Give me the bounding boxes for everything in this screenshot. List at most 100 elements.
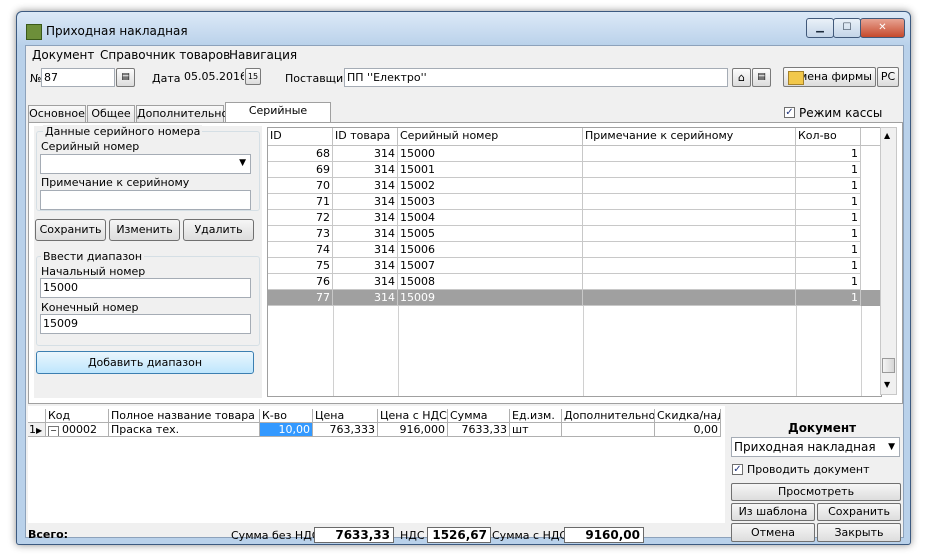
post-document-checkbox[interactable]: ✓ — [732, 464, 743, 475]
serial-cell-note[interactable] — [583, 194, 796, 210]
menu-navigation[interactable]: Навигация — [229, 48, 297, 62]
collapse-icon[interactable]: − — [48, 426, 59, 436]
goods-col-unit[interactable]: Ед.изм. — [510, 409, 562, 423]
start-number-field[interactable]: 15000 — [40, 278, 251, 298]
add-range-button[interactable]: Добавить диапазон — [36, 351, 254, 374]
edit-serial-button[interactable]: Изменить — [109, 219, 180, 241]
close-document-button[interactable]: Закрыть — [817, 523, 901, 542]
from-template-button[interactable]: Из шаблона — [731, 503, 815, 521]
serial-cell-item-id[interactable]: 314 — [333, 258, 398, 274]
serial-cell-id[interactable]: 77 — [268, 290, 333, 306]
serial-cell-note[interactable] — [583, 274, 796, 290]
serial-cell-item-id[interactable]: 314 — [333, 194, 398, 210]
goods-col-code[interactable]: Код — [46, 409, 109, 423]
goods-col-discount[interactable]: Скидка/над — [655, 409, 721, 423]
end-number-field[interactable]: 15009 — [40, 314, 251, 334]
menu-catalog[interactable]: Справочник товаров — [100, 48, 230, 62]
tab-general[interactable]: Общее — [87, 105, 135, 122]
goods-col-sum[interactable]: Сумма — [448, 409, 510, 423]
supplier-picker-icon[interactable]: ▤ — [752, 68, 771, 87]
serial-cell-qty[interactable]: 1 — [796, 290, 861, 306]
serial-cell-id[interactable]: 73 — [268, 226, 333, 242]
serial-cell-qty[interactable]: 1 — [796, 194, 861, 210]
serial-cell-id[interactable]: 69 — [268, 162, 333, 178]
serial-cell-serial[interactable]: 15007 — [398, 258, 583, 274]
col-item-id[interactable]: ID товара — [333, 128, 398, 145]
serial-cell-serial[interactable]: 15009 — [398, 290, 583, 306]
table-row[interactable]: 76 314 15008 1 — [268, 274, 881, 290]
goods-cell-name[interactable]: Праска тех. — [109, 423, 260, 437]
minimize-button[interactable]: ▁ — [806, 18, 834, 38]
tab-additional[interactable]: Дополнительно — [136, 105, 228, 122]
save-serial-button[interactable]: Сохранить — [35, 219, 106, 241]
serial-note-field[interactable] — [40, 190, 251, 210]
document-type-select[interactable]: Приходная накладная ▼ — [731, 437, 900, 457]
title-bar[interactable]: Приходная накладная ▁ ☐ ✕ — [17, 12, 910, 46]
supplier-field[interactable]: ПП ''Електро'' — [344, 68, 728, 87]
serial-cell-item-id[interactable]: 314 — [333, 146, 398, 162]
date-field[interactable]: 05.05.2016 — [182, 68, 244, 87]
serial-cell-id[interactable]: 68 — [268, 146, 333, 162]
tab-serial-numbers[interactable]: Серийные номера — [225, 102, 331, 133]
serial-cell-serial[interactable]: 15004 — [398, 210, 583, 226]
serial-cell-item-id[interactable]: 314 — [333, 210, 398, 226]
serial-cell-note[interactable] — [583, 162, 796, 178]
serial-cell-qty[interactable]: 1 — [796, 258, 861, 274]
table-row[interactable]: 69 314 15001 1 — [268, 162, 881, 178]
goods-col-name[interactable]: Полное название товара — [109, 409, 260, 423]
menu-document[interactable]: Документ — [32, 48, 94, 62]
serial-cell-serial[interactable]: 15006 — [398, 242, 583, 258]
serial-cell-id[interactable]: 72 — [268, 210, 333, 226]
cancel-button[interactable]: Отмена — [731, 523, 815, 542]
serial-cell-id[interactable]: 71 — [268, 194, 333, 210]
serial-cell-item-id[interactable]: 314 — [333, 178, 398, 194]
serial-cell-qty[interactable]: 1 — [796, 226, 861, 242]
table-row[interactable]: 68 314 15000 1 — [268, 146, 881, 162]
table-row[interactable]: 71 314 15003 1 — [268, 194, 881, 210]
serial-cell-item-id[interactable]: 314 — [333, 274, 398, 290]
serial-cell-qty[interactable]: 1 — [796, 162, 861, 178]
goods-cell-qty[interactable]: 10,00 — [260, 423, 313, 437]
serial-cell-item-id[interactable]: 314 — [333, 162, 398, 178]
goods-cell-code[interactable]: −00002 — [46, 423, 109, 437]
serial-cell-note[interactable] — [583, 290, 796, 306]
table-row[interactable]: 72 314 15004 1 — [268, 210, 881, 226]
serial-cell-id[interactable]: 70 — [268, 178, 333, 194]
change-firm-button[interactable]: Смена фирмы — [783, 67, 876, 87]
goods-cell-price[interactable]: 763,333 — [313, 423, 378, 437]
delete-serial-button[interactable]: Удалить — [183, 219, 254, 241]
serial-cell-id[interactable]: 74 — [268, 242, 333, 258]
goods-cell-unit[interactable]: шт — [510, 423, 562, 437]
serial-cell-note[interactable] — [583, 210, 796, 226]
serial-cell-qty[interactable]: 1 — [796, 146, 861, 162]
serial-cell-qty[interactable]: 1 — [796, 242, 861, 258]
goods-cell-price-vat[interactable]: 916,000 — [378, 423, 448, 437]
save-document-button[interactable]: Сохранить — [817, 503, 901, 521]
serial-cell-item-id[interactable]: 314 — [333, 242, 398, 258]
goods-cell-discount[interactable]: 0,00 — [655, 423, 721, 437]
serial-cell-id[interactable]: 75 — [268, 258, 333, 274]
serial-cell-qty[interactable]: 1 — [796, 178, 861, 194]
serial-cell-note[interactable] — [583, 146, 796, 162]
serial-cell-qty[interactable]: 1 — [796, 274, 861, 290]
serial-cell-item-id[interactable]: 314 — [333, 226, 398, 242]
col-note[interactable]: Примечание к серийному — [583, 128, 796, 145]
serial-cell-serial[interactable]: 15002 — [398, 178, 583, 194]
close-button[interactable]: ✕ — [860, 18, 905, 38]
serial-cell-serial[interactable]: 15008 — [398, 274, 583, 290]
serial-cell-serial[interactable]: 15005 — [398, 226, 583, 242]
serial-cell-qty[interactable]: 1 — [796, 210, 861, 226]
preview-button[interactable]: Просмотреть — [731, 483, 901, 501]
goods-col-price[interactable]: Цена — [313, 409, 378, 423]
calendar-icon[interactable]: 15 — [245, 68, 261, 85]
goods-cell-sum[interactable]: 7633,33 — [448, 423, 510, 437]
table-row[interactable]: 75 314 15007 1 — [268, 258, 881, 274]
goods-cell-extra[interactable] — [562, 423, 655, 437]
table-row[interactable]: 73 314 15005 1 — [268, 226, 881, 242]
rs-button[interactable]: РС — [877, 67, 899, 87]
table-row[interactable]: 74 314 15006 1 — [268, 242, 881, 258]
number-picker-icon[interactable]: ▤ — [116, 68, 135, 87]
serial-cell-id[interactable]: 76 — [268, 274, 333, 290]
scroll-up-icon[interactable]: ▲ — [884, 131, 890, 140]
serial-cell-note[interactable] — [583, 258, 796, 274]
